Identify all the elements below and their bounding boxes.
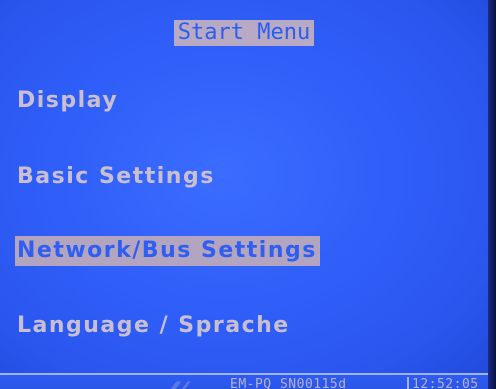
status-divider <box>407 377 409 389</box>
title-bar: Start Menu <box>0 20 488 46</box>
device-serial: EM-PQ SN00115d <box>230 377 347 389</box>
status-bar: ⁄⁄⁄⁄⁄ ⁄⁄⁄ EM-PQ SN00115d 12:52:05 <box>0 373 488 389</box>
clock: 12:52:05 <box>412 377 479 389</box>
menu-item-network-bus-settings[interactable]: Network/Bus Settings <box>15 236 320 266</box>
lcd-screen: Start Menu Display Basic Settings Networ… <box>0 0 496 389</box>
screen-bezel <box>488 0 496 389</box>
menu-item-language[interactable]: Language / Sprache <box>17 311 290 341</box>
menu-item-display[interactable]: Display <box>17 86 118 116</box>
wireless-signal-icon: ⁄⁄⁄⁄⁄ ⁄⁄⁄ <box>173 378 188 389</box>
menu-item-basic-settings[interactable]: Basic Settings <box>17 162 215 192</box>
page-title: Start Menu <box>173 20 315 46</box>
